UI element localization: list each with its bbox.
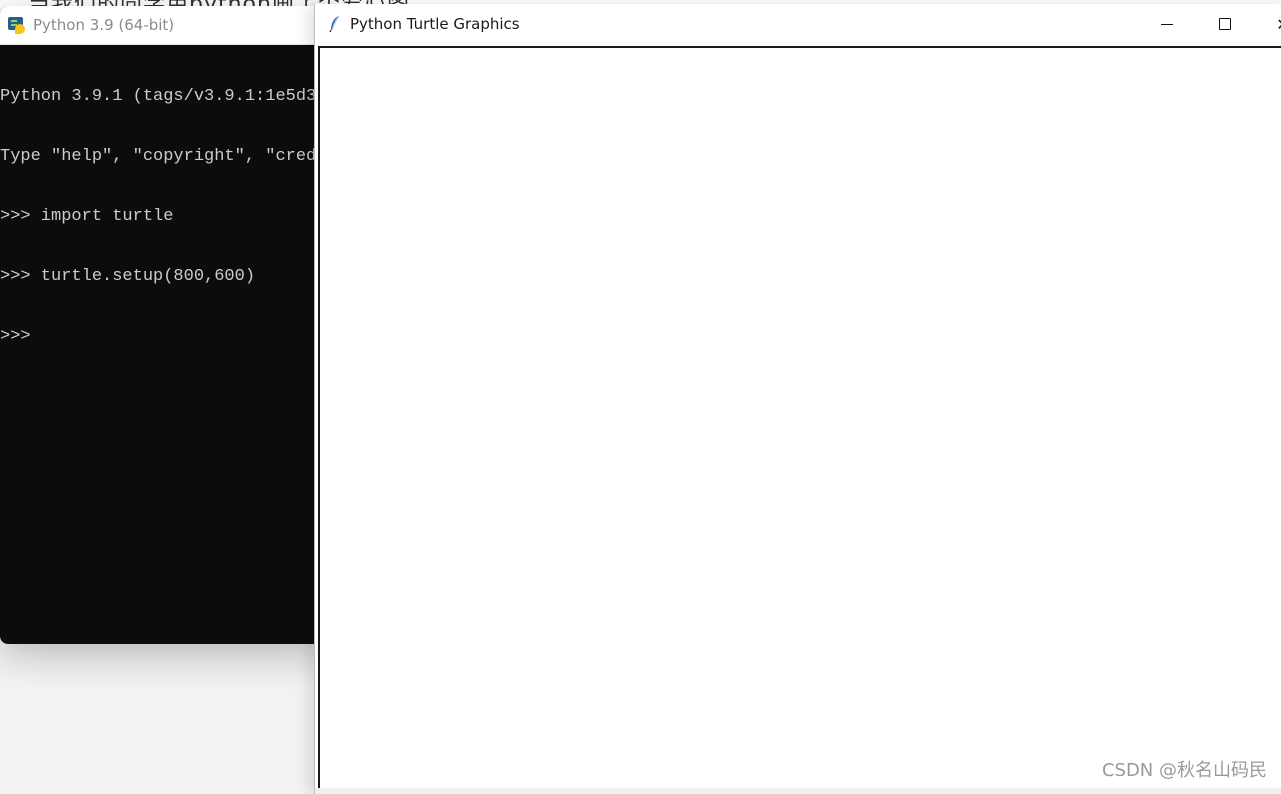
turtle-title: Python Turtle Graphics: [350, 15, 520, 33]
minimize-button[interactable]: [1144, 4, 1190, 44]
feather-icon: [328, 15, 342, 33]
maximize-button[interactable]: [1202, 4, 1248, 44]
close-button[interactable]: ✕: [1260, 4, 1281, 44]
console-line: Python 3.9.1 (tags/v3.9.1:1e5d33: [0, 87, 327, 106]
console-prompt[interactable]: >>>: [0, 327, 330, 347]
turtle-window[interactable]: Python Turtle Graphics ✕: [314, 4, 1281, 794]
window-bottom-edge: [315, 788, 1281, 794]
console-line: >>> turtle.setup(800,600): [0, 267, 256, 286]
turtle-canvas[interactable]: [318, 46, 1281, 790]
minimize-icon: [1161, 23, 1173, 25]
console-titlebar[interactable]: Python 3.9 (64-bit): [0, 6, 330, 45]
maximize-icon: [1219, 18, 1231, 30]
close-icon: ✕: [1276, 15, 1281, 34]
python-console-icon: [8, 16, 26, 34]
watermark: CSDN @秋名山码民: [1101, 760, 1267, 781]
console-window[interactable]: Python 3.9 (64-bit) Python 3.9.1 (tags/v…: [0, 6, 330, 644]
console-title: Python 3.9 (64-bit): [33, 16, 175, 34]
console-line: >>> import turtle: [0, 207, 174, 226]
console-line: Type "help", "copyright", "credi: [0, 147, 327, 166]
console-output[interactable]: Python 3.9.1 (tags/v3.9.1:1e5d33 Type "h…: [0, 45, 330, 387]
turtle-titlebar[interactable]: Python Turtle Graphics ✕: [315, 4, 1281, 44]
